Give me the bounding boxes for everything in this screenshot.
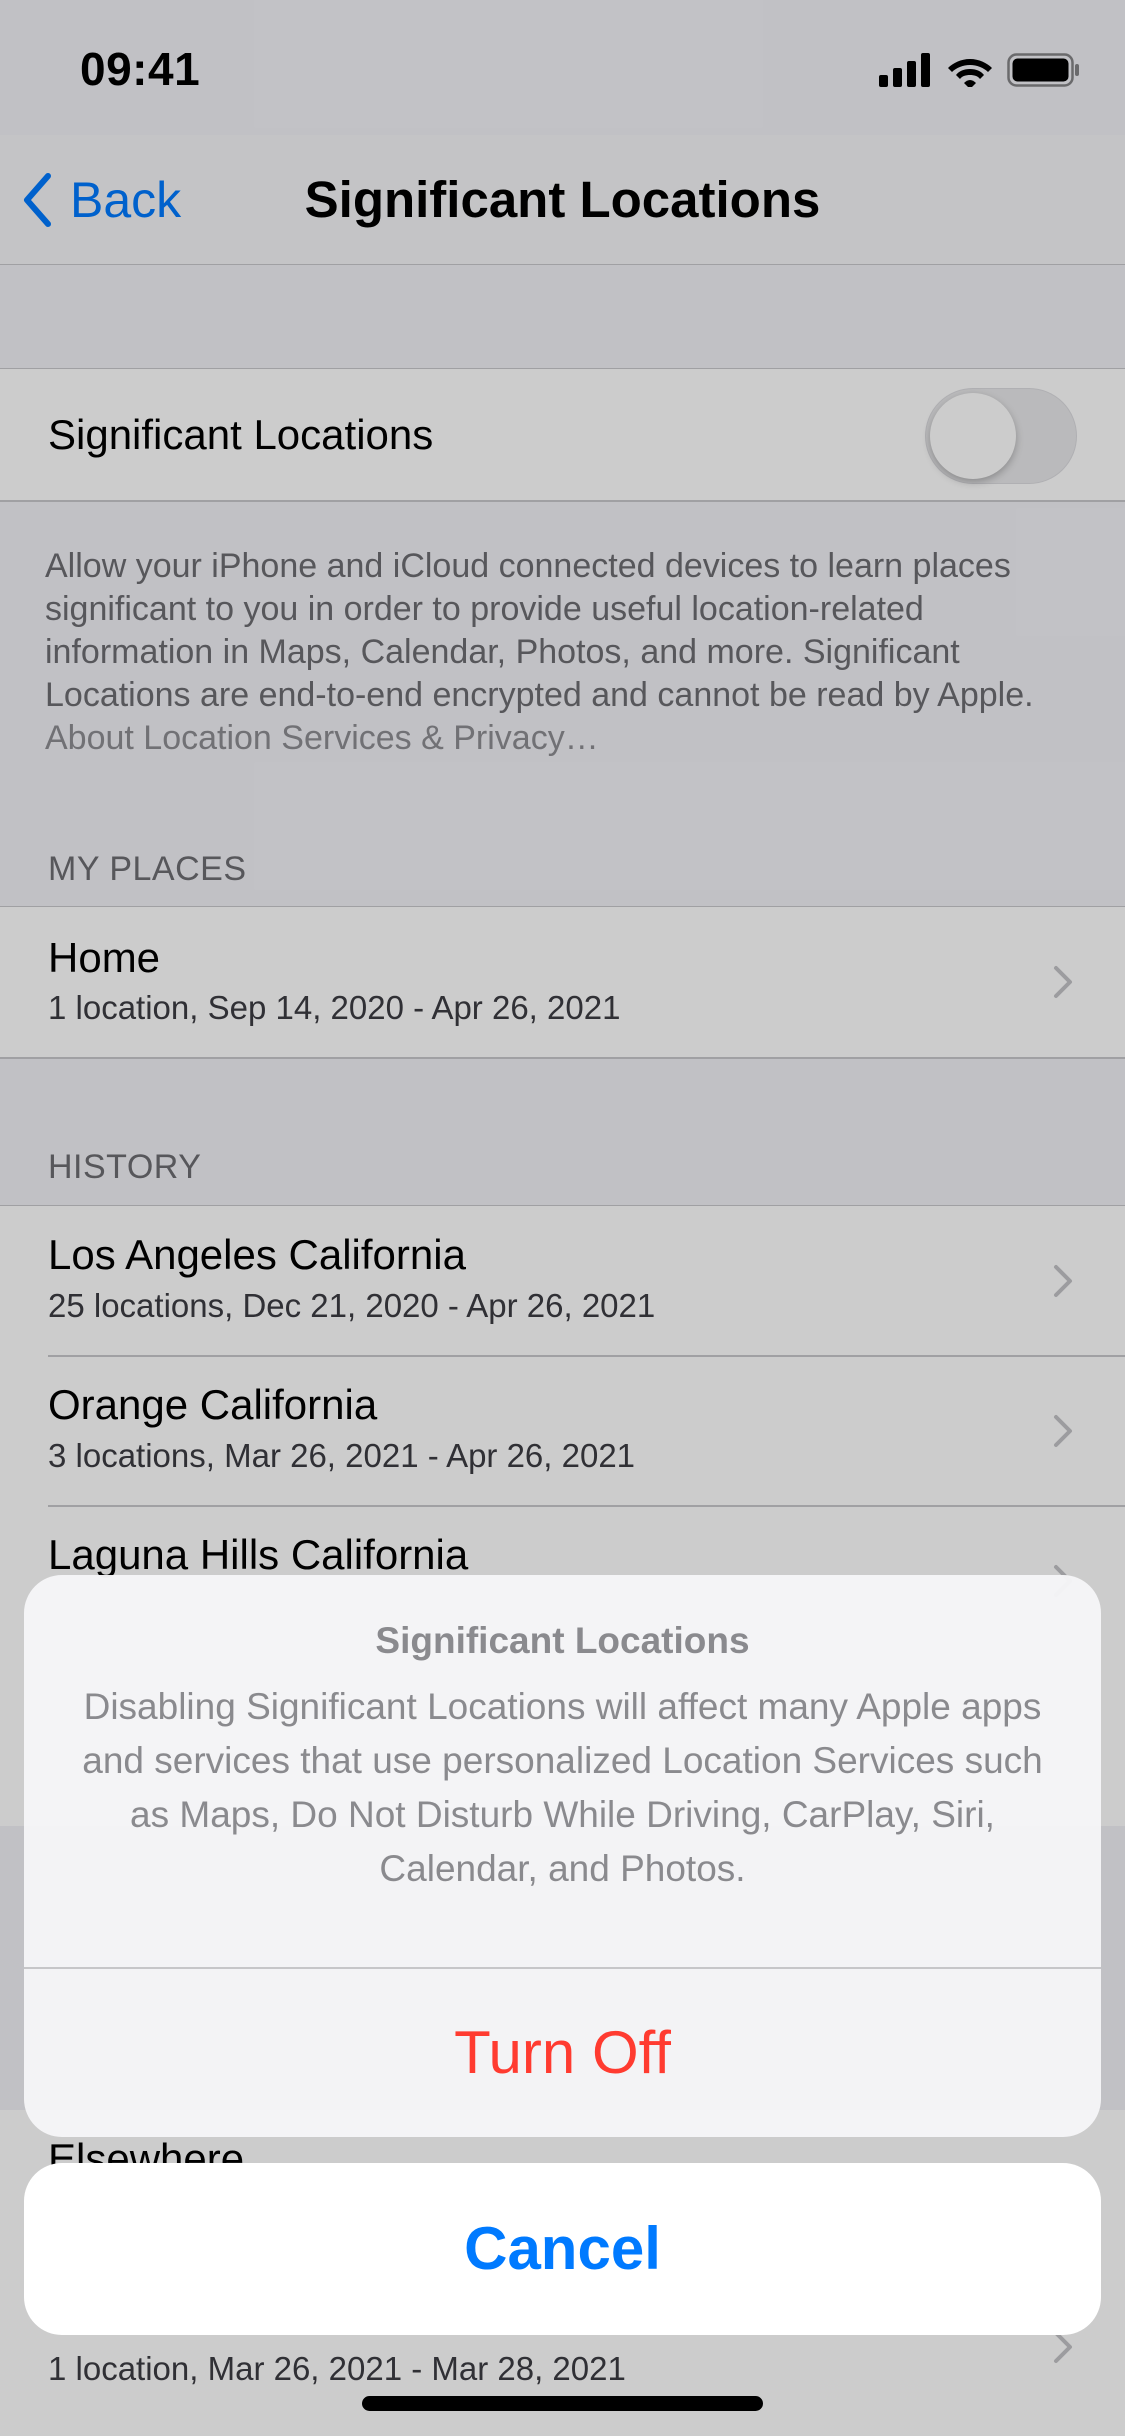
- cancel-button[interactable]: Cancel: [24, 2163, 1101, 2335]
- action-sheet: Significant Locations Disabling Signific…: [24, 1575, 1101, 2137]
- action-sheet-title: Significant Locations: [375, 1620, 750, 1661]
- cancel-container: Cancel: [24, 2163, 1101, 2335]
- turn-off-button[interactable]: Turn Off: [24, 1969, 1101, 2137]
- action-sheet-message: Disabling Significant Locations will aff…: [82, 1686, 1043, 1889]
- home-indicator[interactable]: [362, 2396, 763, 2411]
